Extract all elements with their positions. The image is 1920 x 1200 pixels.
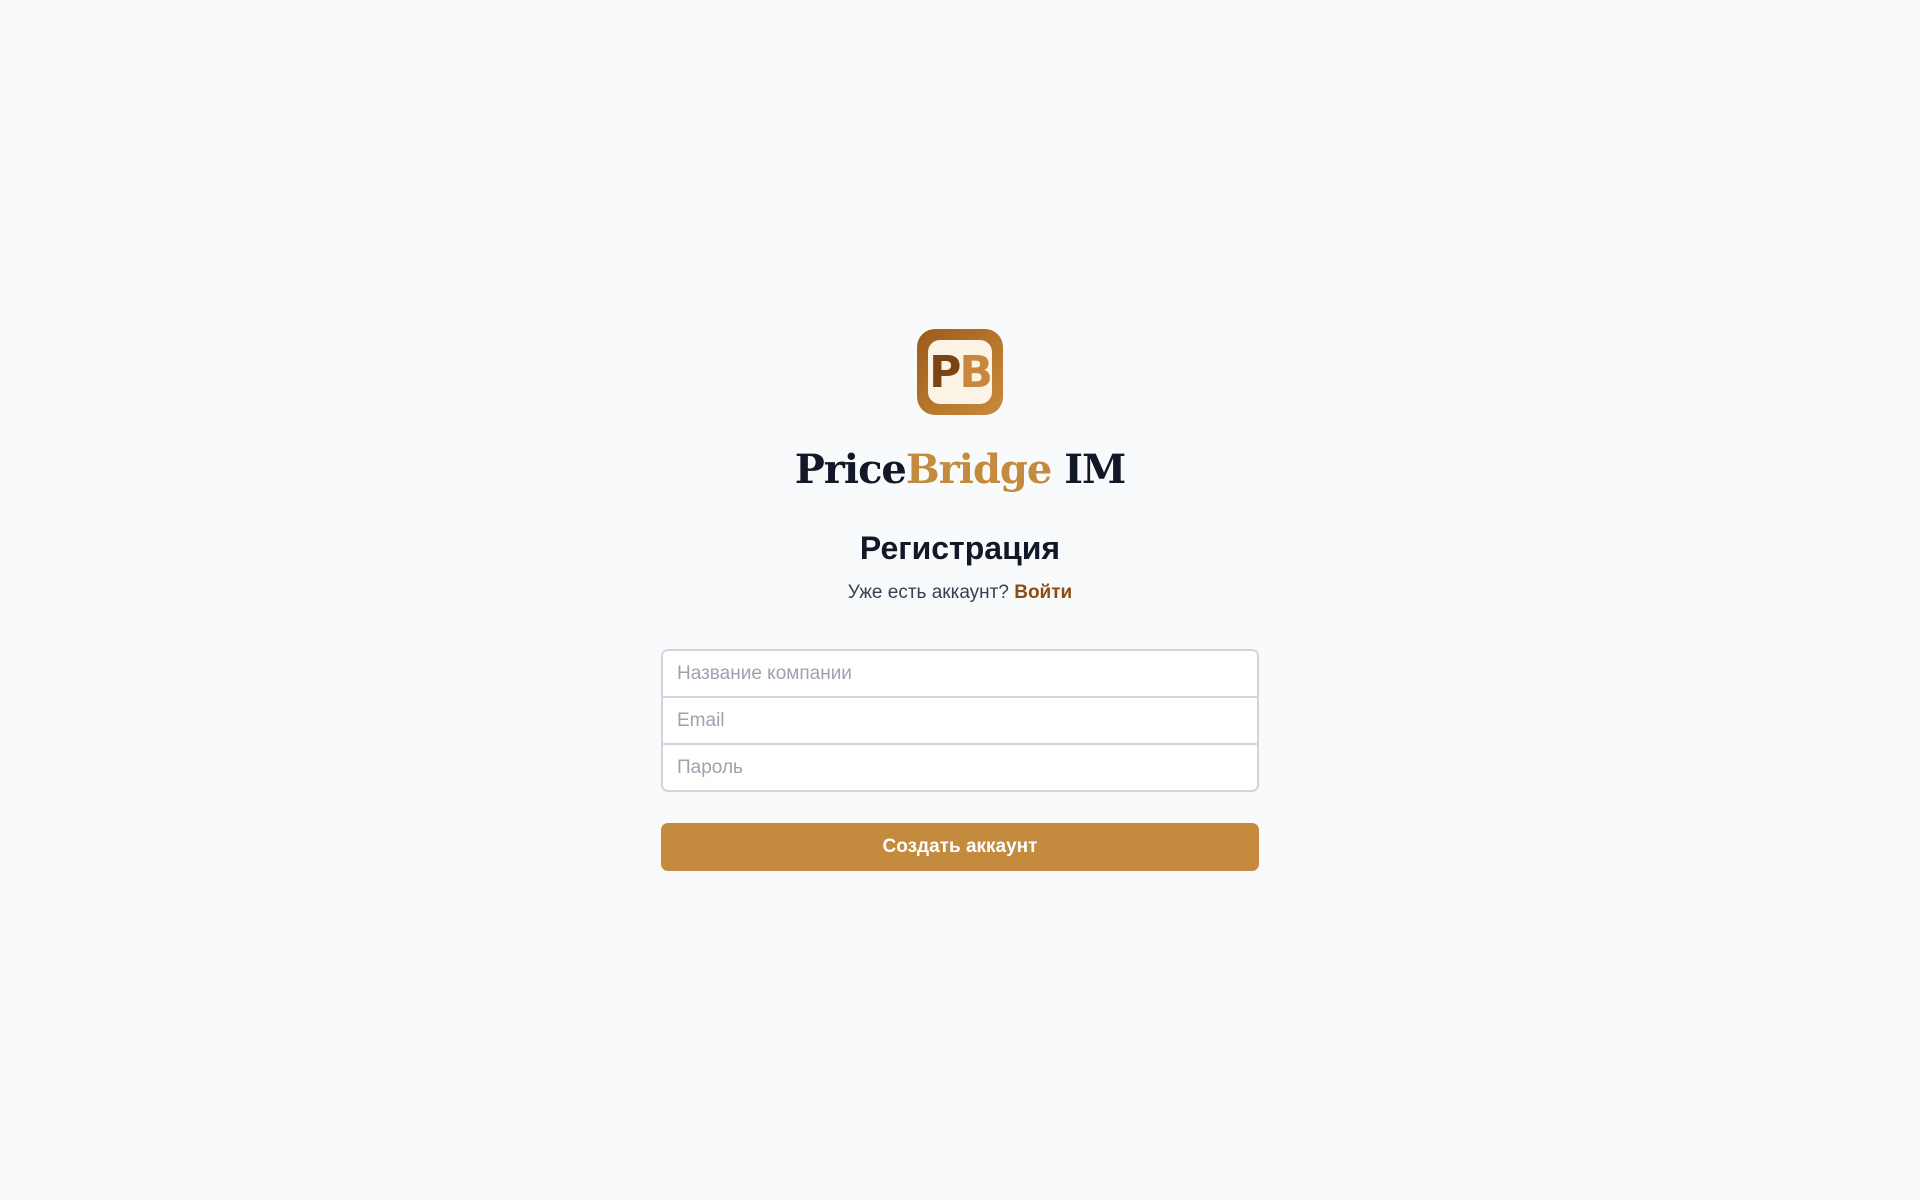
company-name-input[interactable] <box>663 651 1257 696</box>
registration-page: PB PriceBridge IM Регистрация Уже есть а… <box>0 0 1920 1200</box>
password-input[interactable] <box>663 743 1257 790</box>
pricebridge-logo-icon: PB <box>917 329 1003 415</box>
login-prompt: Уже есть аккаунт? Войти <box>0 580 1920 606</box>
create-account-button[interactable]: Создать аккаунт <box>661 823 1259 871</box>
registration-form <box>661 649 1259 792</box>
page-title: Регистрация <box>859 530 1061 566</box>
brand-name: PriceBridge IM <box>0 440 1920 500</box>
login-link[interactable]: Войти <box>1014 582 1072 603</box>
brand-name-im: IM <box>1051 446 1126 493</box>
email-input[interactable] <box>663 696 1257 743</box>
brand-name-price: Price <box>794 446 907 493</box>
logo-letter-b: B <box>959 346 993 398</box>
brand-name-bridge: Bridge <box>905 446 1052 493</box>
logo-letter-p: P <box>929 346 961 398</box>
logo-monogram: PB <box>928 340 993 404</box>
login-prompt-text: Уже есть аккаунт? <box>847 582 1009 603</box>
